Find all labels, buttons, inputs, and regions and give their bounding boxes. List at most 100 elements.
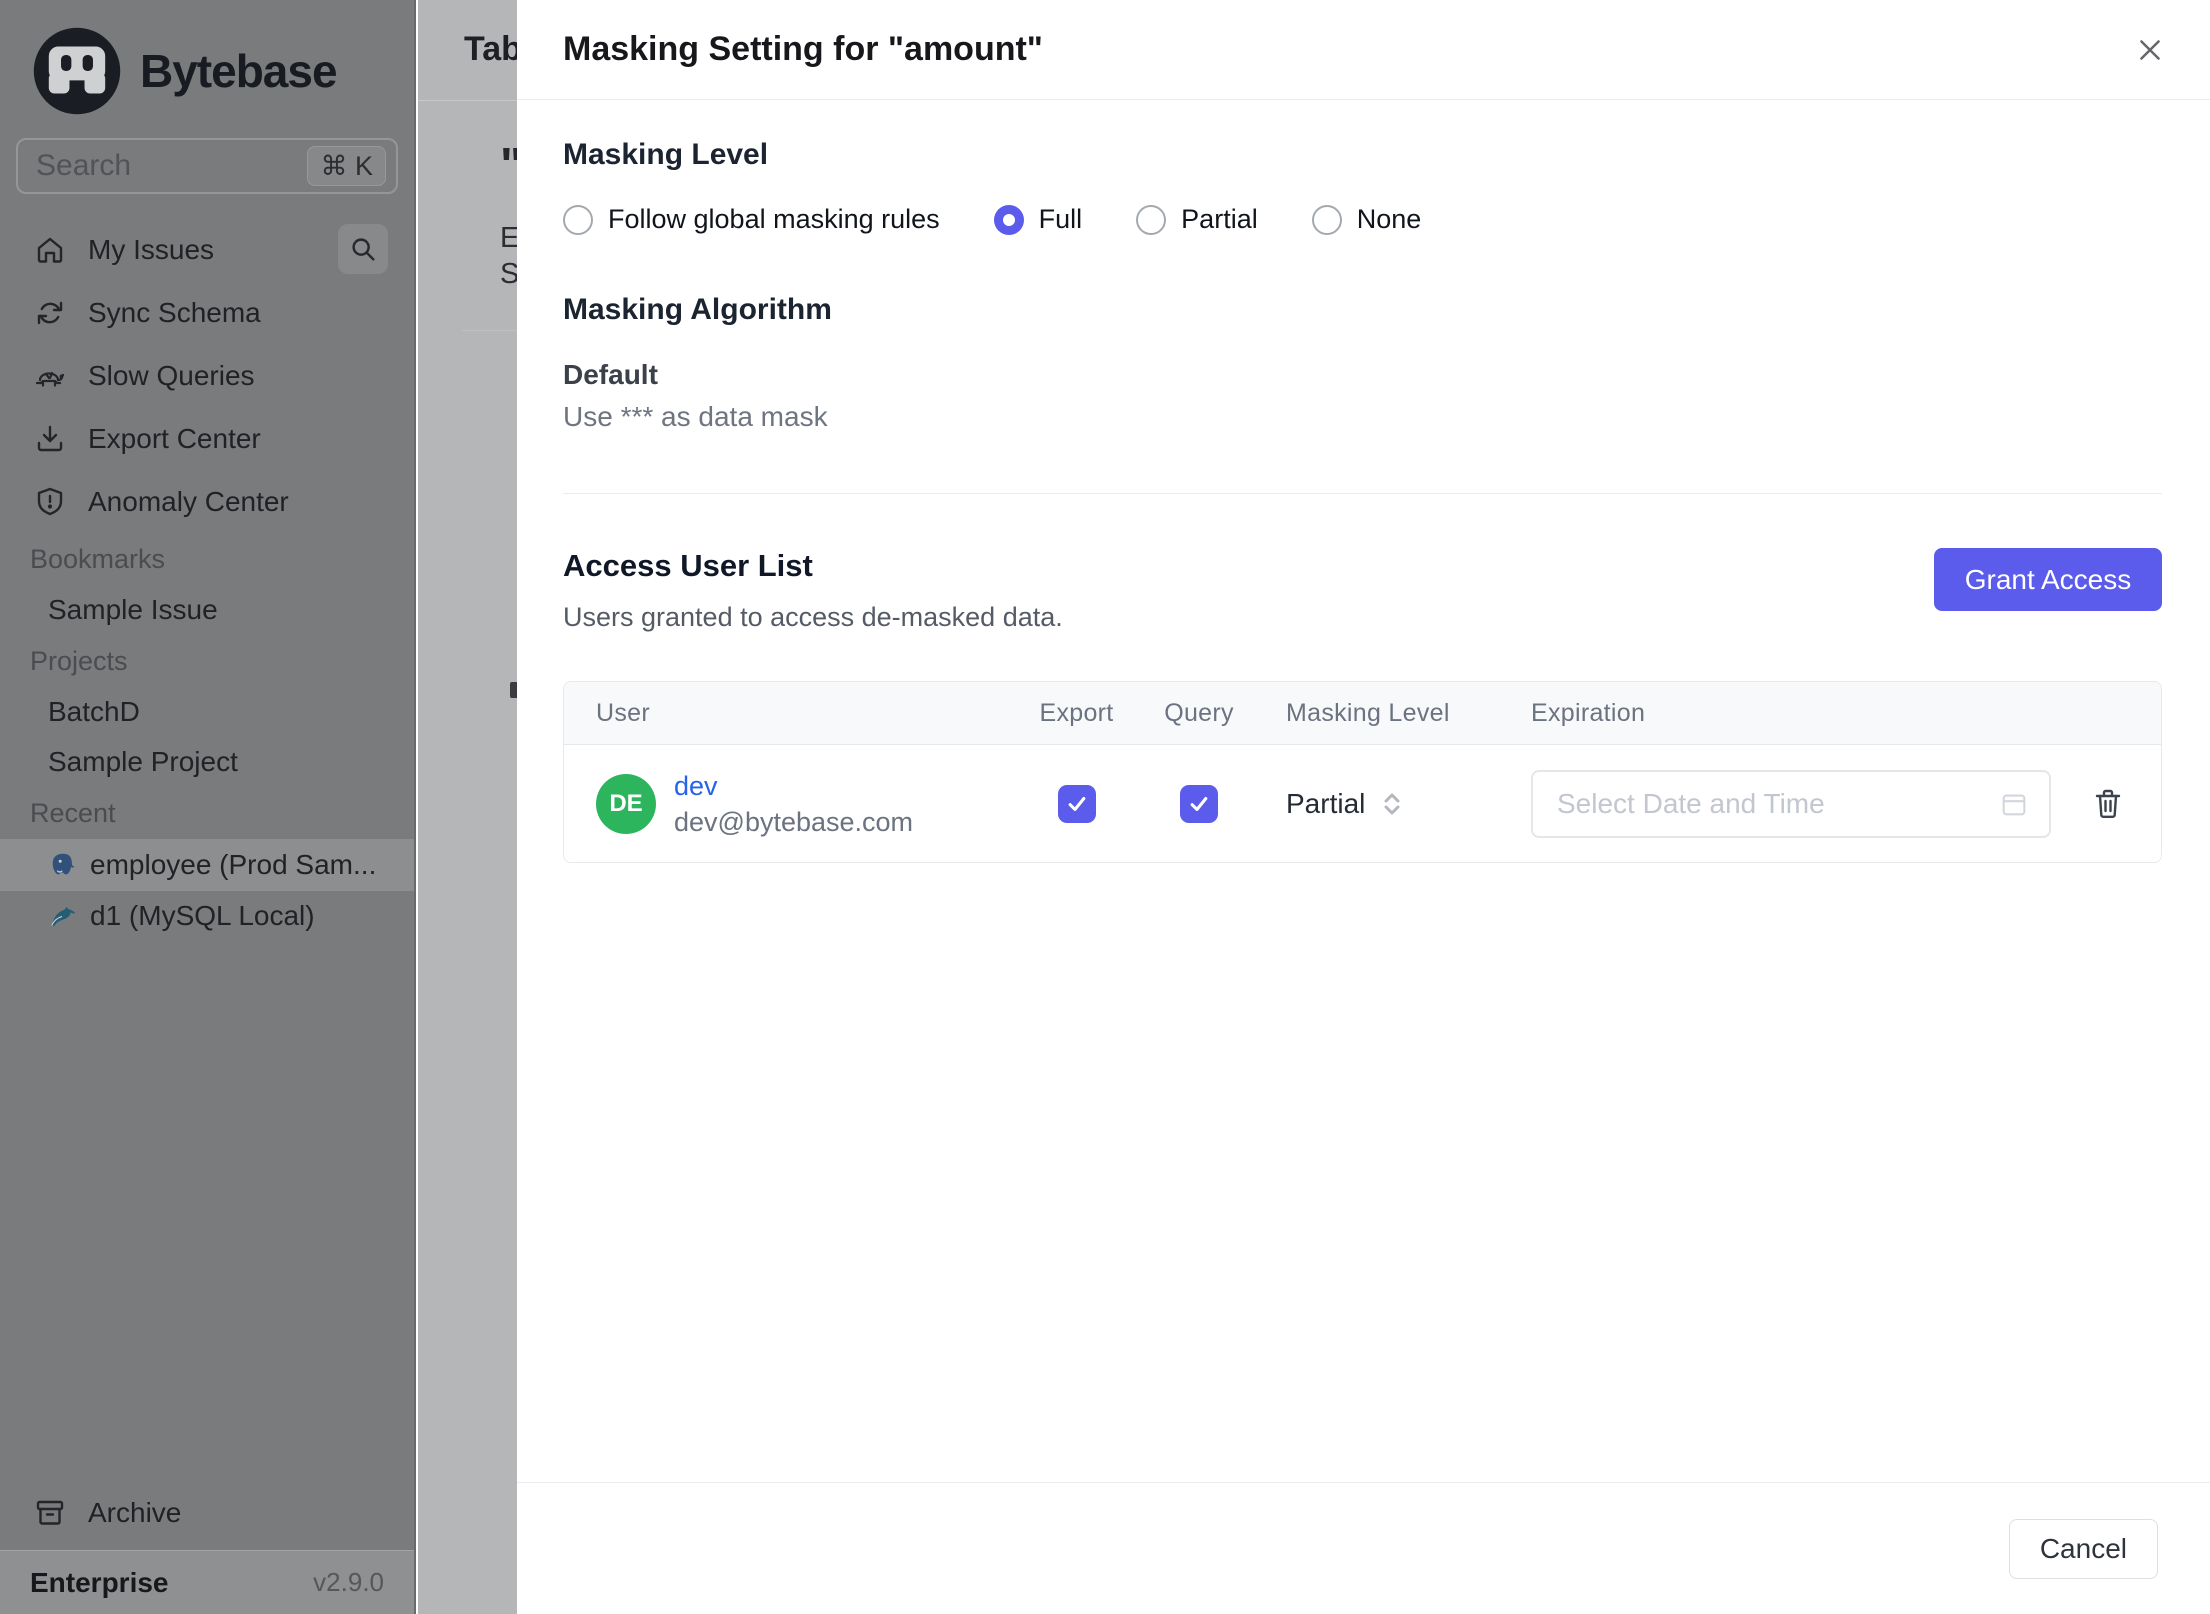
dimmed-background-page: Tab " E S (418, 0, 517, 1614)
column-expiration: Expiration (1531, 698, 1646, 727)
sidebar-item-anomaly-center[interactable]: Anomaly Center (0, 470, 414, 533)
app-version: v2.9.0 (313, 1567, 384, 1597)
sidebar-item-label: Anomaly Center (88, 485, 289, 517)
sub-item-label: Sample Issue (48, 594, 218, 625)
radio-label: Partial (1181, 204, 1258, 234)
access-user-list-subtitle: Users granted to access de-masked data. (563, 602, 1063, 632)
sub-item-label: d1 (MySQL Local) (90, 900, 315, 931)
search-input[interactable]: Search ⌘ K (16, 138, 398, 194)
masking-level-heading: Masking Level (563, 138, 769, 171)
keyboard-shortcut-badge: ⌘ K (307, 146, 386, 186)
sidebar: Bytebase Search ⌘ K My Issues Sync Schem… (0, 0, 416, 1614)
radio-button[interactable] (993, 204, 1024, 235)
user-name-link[interactable]: dev (674, 768, 913, 804)
radio-label: None (1356, 204, 1422, 234)
archive-box-icon (36, 1500, 64, 1525)
close-button[interactable] (2128, 28, 2172, 72)
modal-body: Masking Level Follow global masking rule… (517, 138, 2210, 863)
logo[interactable]: Bytebase (0, 0, 414, 118)
access-user-list-header: Access User List Users granted to access… (563, 548, 2162, 633)
sidebar-item-sample-issue[interactable]: Sample Issue (0, 585, 414, 635)
delete-row-button[interactable] (2091, 787, 2125, 821)
masking-level-value: Partial (1286, 787, 1366, 819)
expiration-date-input[interactable]: Select Date and Time (1531, 769, 2051, 838)
issue-search-button[interactable] (338, 224, 388, 274)
sub-item-label: Sample Project (48, 746, 238, 777)
sub-item-label: BatchD (48, 696, 140, 727)
trash-icon (2095, 789, 2121, 818)
modal-footer: Cancel (517, 1482, 2210, 1614)
sidebar-item-archive[interactable]: Archive (0, 1481, 414, 1544)
sidebar-item-sync-schema[interactable]: Sync Schema (0, 281, 414, 344)
table-header: User Export Query Masking Level Expirati… (564, 682, 2161, 745)
masking-level-select[interactable]: Partial (1254, 788, 1499, 820)
column-query: Query (1164, 698, 1234, 727)
radio-option-full[interactable]: Full (993, 204, 1083, 235)
sidebar-item-sample-project[interactable]: Sample Project (0, 737, 414, 787)
radio-label: Full (1038, 204, 1083, 234)
sidebar-item-label: Archive (88, 1496, 182, 1528)
radio-option-none[interactable]: None (1311, 204, 1422, 235)
column-export: Export (1039, 698, 1114, 727)
avatar: DE (596, 773, 656, 834)
access-user-table: User Export Query Masking Level Expirati… (563, 681, 2162, 863)
radio-button[interactable] (563, 204, 593, 235)
radio-label: Follow global masking rules (608, 204, 940, 234)
divider (418, 100, 517, 101)
sidebar-item-batchd[interactable]: BatchD (0, 687, 414, 737)
sidebar-item-my-issues[interactable]: My Issues (0, 218, 414, 281)
algorithm-description: Use *** as data mask (563, 401, 828, 432)
column-user: User (596, 698, 650, 727)
sidebar-item-d1-db[interactable]: d1 (MySQL Local) (0, 891, 414, 941)
radio-option-follow-global[interactable]: Follow global masking rules (563, 204, 940, 235)
postgresql-icon (52, 853, 75, 875)
home-icon (37, 237, 63, 263)
plan-name: Enterprise (30, 1566, 169, 1598)
check-icon (1068, 796, 1085, 811)
search-placeholder: Search (36, 149, 132, 182)
sidebar-item-label: My Issues (88, 233, 215, 265)
plan-bar[interactable]: Enterprise v2.9.0 (0, 1550, 414, 1614)
sidebar-item-slow-queries[interactable]: Slow Queries (0, 344, 414, 407)
sidebar-item-export-center[interactable]: Export Center (0, 407, 414, 470)
algorithm-name: Default (563, 359, 658, 390)
section-projects: Projects (30, 645, 128, 676)
radio-option-partial[interactable]: Partial (1136, 204, 1258, 235)
clipped-page-title: Tab (464, 30, 517, 68)
export-checkbox[interactable] (1057, 784, 1096, 823)
clipped-text: E (500, 222, 517, 254)
grant-access-button[interactable]: Grant Access (1934, 548, 2162, 611)
masking-setting-modal: Masking Setting for "amount" Masking Lev… (517, 0, 2210, 1614)
modal-title: Masking Setting for "amount" (563, 30, 1043, 68)
logo-text: Bytebase (140, 45, 338, 97)
query-checkbox[interactable] (1180, 784, 1218, 823)
download-icon (37, 425, 63, 451)
radio-button[interactable] (1136, 204, 1167, 235)
sidebar-item-label: Slow Queries (88, 359, 255, 391)
radio-button[interactable] (1311, 204, 1342, 235)
user-email: dev@bytebase.com (674, 806, 914, 837)
modal-header: Masking Setting for "amount" (517, 0, 2210, 100)
divider (462, 330, 517, 331)
clipped-text: " (500, 138, 517, 193)
section-recent: Recent (30, 797, 116, 828)
turtle-icon (35, 371, 65, 387)
close-icon (2140, 39, 2160, 60)
sidebar-item-employee-db[interactable]: employee (Prod Sam... (0, 839, 414, 891)
masking-level-radio-group: Follow global masking rules Full Partial… (563, 204, 2162, 235)
masking-algorithm-heading: Masking Algorithm (563, 293, 832, 326)
search-icon (352, 238, 375, 261)
sync-icon (37, 301, 63, 324)
sidebar-item-label: Export Center (88, 422, 261, 454)
column-masking-level: Masking Level (1286, 698, 1450, 727)
clipped-text: S (500, 258, 517, 290)
cancel-button[interactable]: Cancel (2008, 1518, 2158, 1579)
calendar-icon (2002, 794, 2026, 815)
sidebar-item-label: Sync Schema (88, 296, 261, 328)
mysql-icon (51, 906, 76, 926)
divider (563, 493, 2162, 494)
sub-item-label: employee (Prod Sam... (90, 849, 377, 880)
date-placeholder: Select Date and Time (1557, 787, 1825, 819)
chevron-up-down-icon (1384, 793, 1400, 814)
